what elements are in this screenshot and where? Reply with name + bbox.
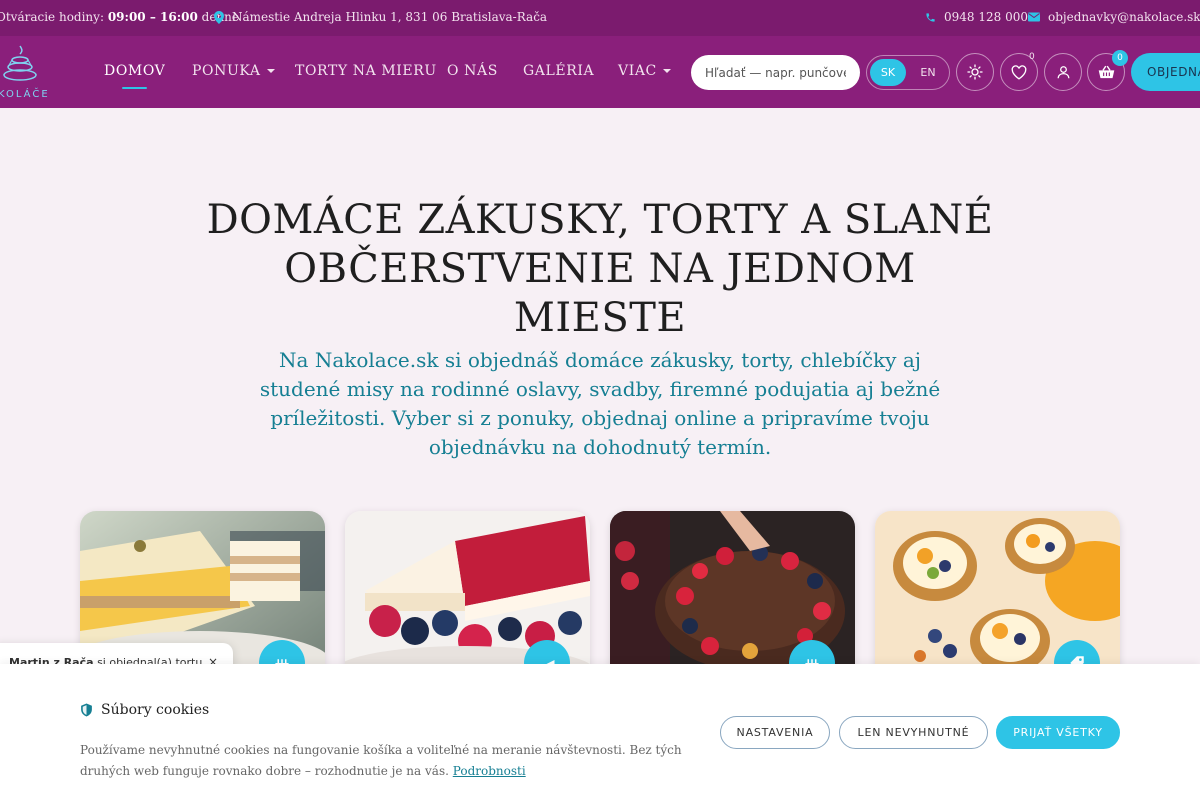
logo-text: KOLÁČE (0, 89, 50, 100)
cookie-description-block: Používame nevyhnutné cookies na fungovan… (80, 740, 720, 782)
shield-icon (81, 703, 92, 717)
hero-title: DOMÁCE ZÁKUSKY, TORTY A SLANÉ OBČERSTVEN… (206, 197, 994, 341)
caret-down-icon (266, 69, 275, 73)
cart-count-badge: 0 (1112, 50, 1128, 66)
nav-about[interactable]: O NÁS (447, 63, 498, 79)
site-logo[interactable]: KOLÁČE (0, 40, 68, 104)
theme-toggle-button[interactable] (956, 53, 994, 91)
hours-time: 09:00 – 16:00 (107, 10, 198, 24)
nav-more-label: VIAC (618, 63, 657, 79)
envelope-icon (1028, 12, 1040, 22)
account-button[interactable] (1044, 53, 1082, 91)
phone-icon (925, 12, 936, 23)
cookie-necessary-button[interactable]: LEN NEVYHNUTNÉ (839, 716, 988, 749)
hours-label: Otváracie hodiny: (0, 10, 104, 24)
phone-text: 0948 128 000 (944, 10, 1028, 24)
top-info-bar: Otváracie hodiny: 09:00 – 16:00 denne Ná… (0, 0, 1200, 36)
hero-subtitle: Na Nakolace.sk si objednáš domáce zákusk… (259, 348, 941, 459)
main-navbar: KOLÁČE DOMOV PONUKA TORTY NA MIERU O NÁS… (0, 36, 1200, 108)
nav-about-label: O NÁS (447, 63, 498, 79)
cookie-settings-button[interactable]: NASTAVENIA (720, 716, 830, 749)
lang-sk[interactable]: SK (870, 59, 906, 86)
cake-logo-icon (3, 45, 37, 81)
email-text: objednavky@nakolace.sk (1048, 10, 1200, 24)
wishlist-count: 0 (1029, 52, 1035, 62)
nav-custom-cakes-label: TORTY NA MIERU (295, 63, 437, 79)
email-link[interactable]: objednavky@nakolace.sk (1028, 10, 1200, 24)
nav-gallery-label: GALÉRIA (523, 63, 595, 79)
address-text: Námestie Andreja Hlinku 1, 831 06 Bratis… (232, 10, 548, 24)
heart-icon (1011, 64, 1027, 80)
address[interactable]: Námestie Andreja Hlinku 1, 831 06 Bratis… (214, 10, 547, 24)
user-icon (1057, 66, 1069, 79)
caret-down-icon (662, 69, 671, 73)
nav-more[interactable]: VIAC (618, 63, 671, 79)
nav-home-label: DOMOV (104, 63, 166, 79)
search-input[interactable] (705, 65, 846, 80)
nav-offer[interactable]: PONUKA (192, 63, 275, 79)
cookie-title: Súbory cookies (101, 702, 210, 718)
cookie-title-row: Súbory cookies (80, 702, 209, 718)
nav-offer-label: PONUKA (192, 63, 261, 79)
cookie-banner: Súbory cookies Používame nevyhnutné cook… (0, 664, 1200, 800)
order-button[interactable]: OBJEDNAŤ (1131, 53, 1200, 91)
search-box[interactable] (691, 55, 860, 90)
phone-link[interactable]: 0948 128 000 (925, 10, 1028, 24)
basket-icon (1098, 65, 1114, 78)
sun-icon (967, 64, 983, 80)
cookie-details-link[interactable]: Podrobnosti (453, 764, 526, 778)
nav-gallery[interactable]: GALÉRIA (523, 63, 594, 79)
lang-en[interactable]: EN (910, 59, 946, 86)
cookie-accept-all-button[interactable]: PRIJAŤ VŠETKY (996, 716, 1120, 749)
map-pin-icon (214, 10, 224, 24)
nav-home[interactable]: DOMOV (104, 63, 166, 89)
opening-hours: Otváracie hodiny: 09:00 – 16:00 denne (0, 10, 239, 24)
language-switcher: SK EN (866, 55, 950, 90)
cookie-description: Používame nevyhnutné cookies na fungovan… (80, 743, 682, 778)
nav-custom-cakes[interactable]: TORTY NA MIERU (295, 63, 437, 79)
